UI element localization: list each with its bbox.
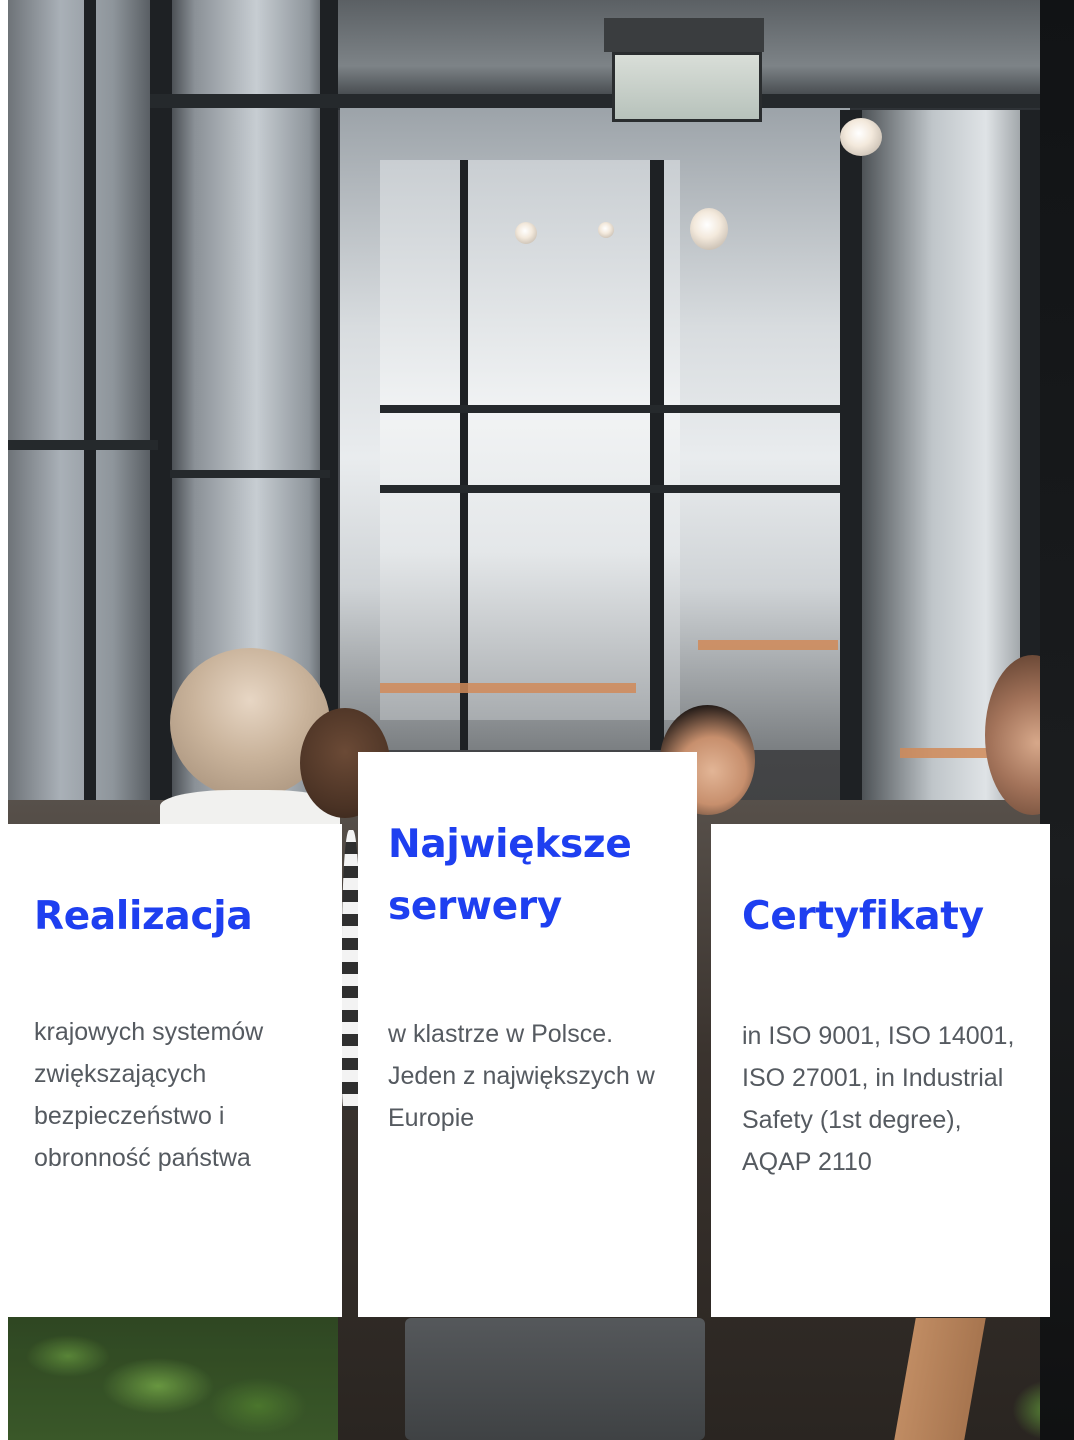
window-frame — [380, 405, 840, 413]
window-frame — [84, 0, 96, 820]
window-frame — [460, 160, 468, 750]
card-title: Certyfikaty — [742, 894, 984, 939]
ceiling-lamp — [840, 118, 882, 156]
chair — [405, 1318, 705, 1440]
card-description: w klastrze w Polsce. Jeden z największyc… — [388, 1020, 655, 1132]
card-description: in ISO 9001, ISO 14001, ISO 27001, in In… — [742, 1022, 1015, 1176]
window-frame — [150, 0, 172, 820]
corridor-door — [380, 160, 680, 720]
window-left — [8, 0, 158, 820]
railing — [698, 640, 838, 650]
window-frame — [170, 470, 330, 478]
window-frame — [150, 94, 1040, 108]
card-title: Realizacja — [34, 894, 253, 939]
window-frame — [380, 485, 840, 493]
window-frame — [8, 440, 158, 450]
sign-mount — [604, 18, 764, 52]
feature-card-realizacja: Realizacja krajowych systemów zwiększają… — [4, 824, 342, 1317]
card-title: Największe serwery — [388, 822, 632, 929]
ceiling-lamp — [598, 222, 614, 238]
exit-sign — [612, 52, 762, 122]
card-description: krajowych systemów zwiększających bezpie… — [34, 1018, 264, 1172]
ceiling-lamp — [690, 208, 728, 250]
plant — [8, 1316, 338, 1440]
feature-card-certyfikaty: Certyfikaty in ISO 9001, ISO 14001, ISO … — [711, 824, 1050, 1317]
railing — [380, 683, 636, 693]
feature-card-serwery: Największe serwery w klastrze w Polsce. … — [358, 752, 697, 1317]
window-frame — [650, 160, 664, 750]
window-frame — [840, 110, 862, 810]
ceiling-lamp — [515, 222, 537, 244]
